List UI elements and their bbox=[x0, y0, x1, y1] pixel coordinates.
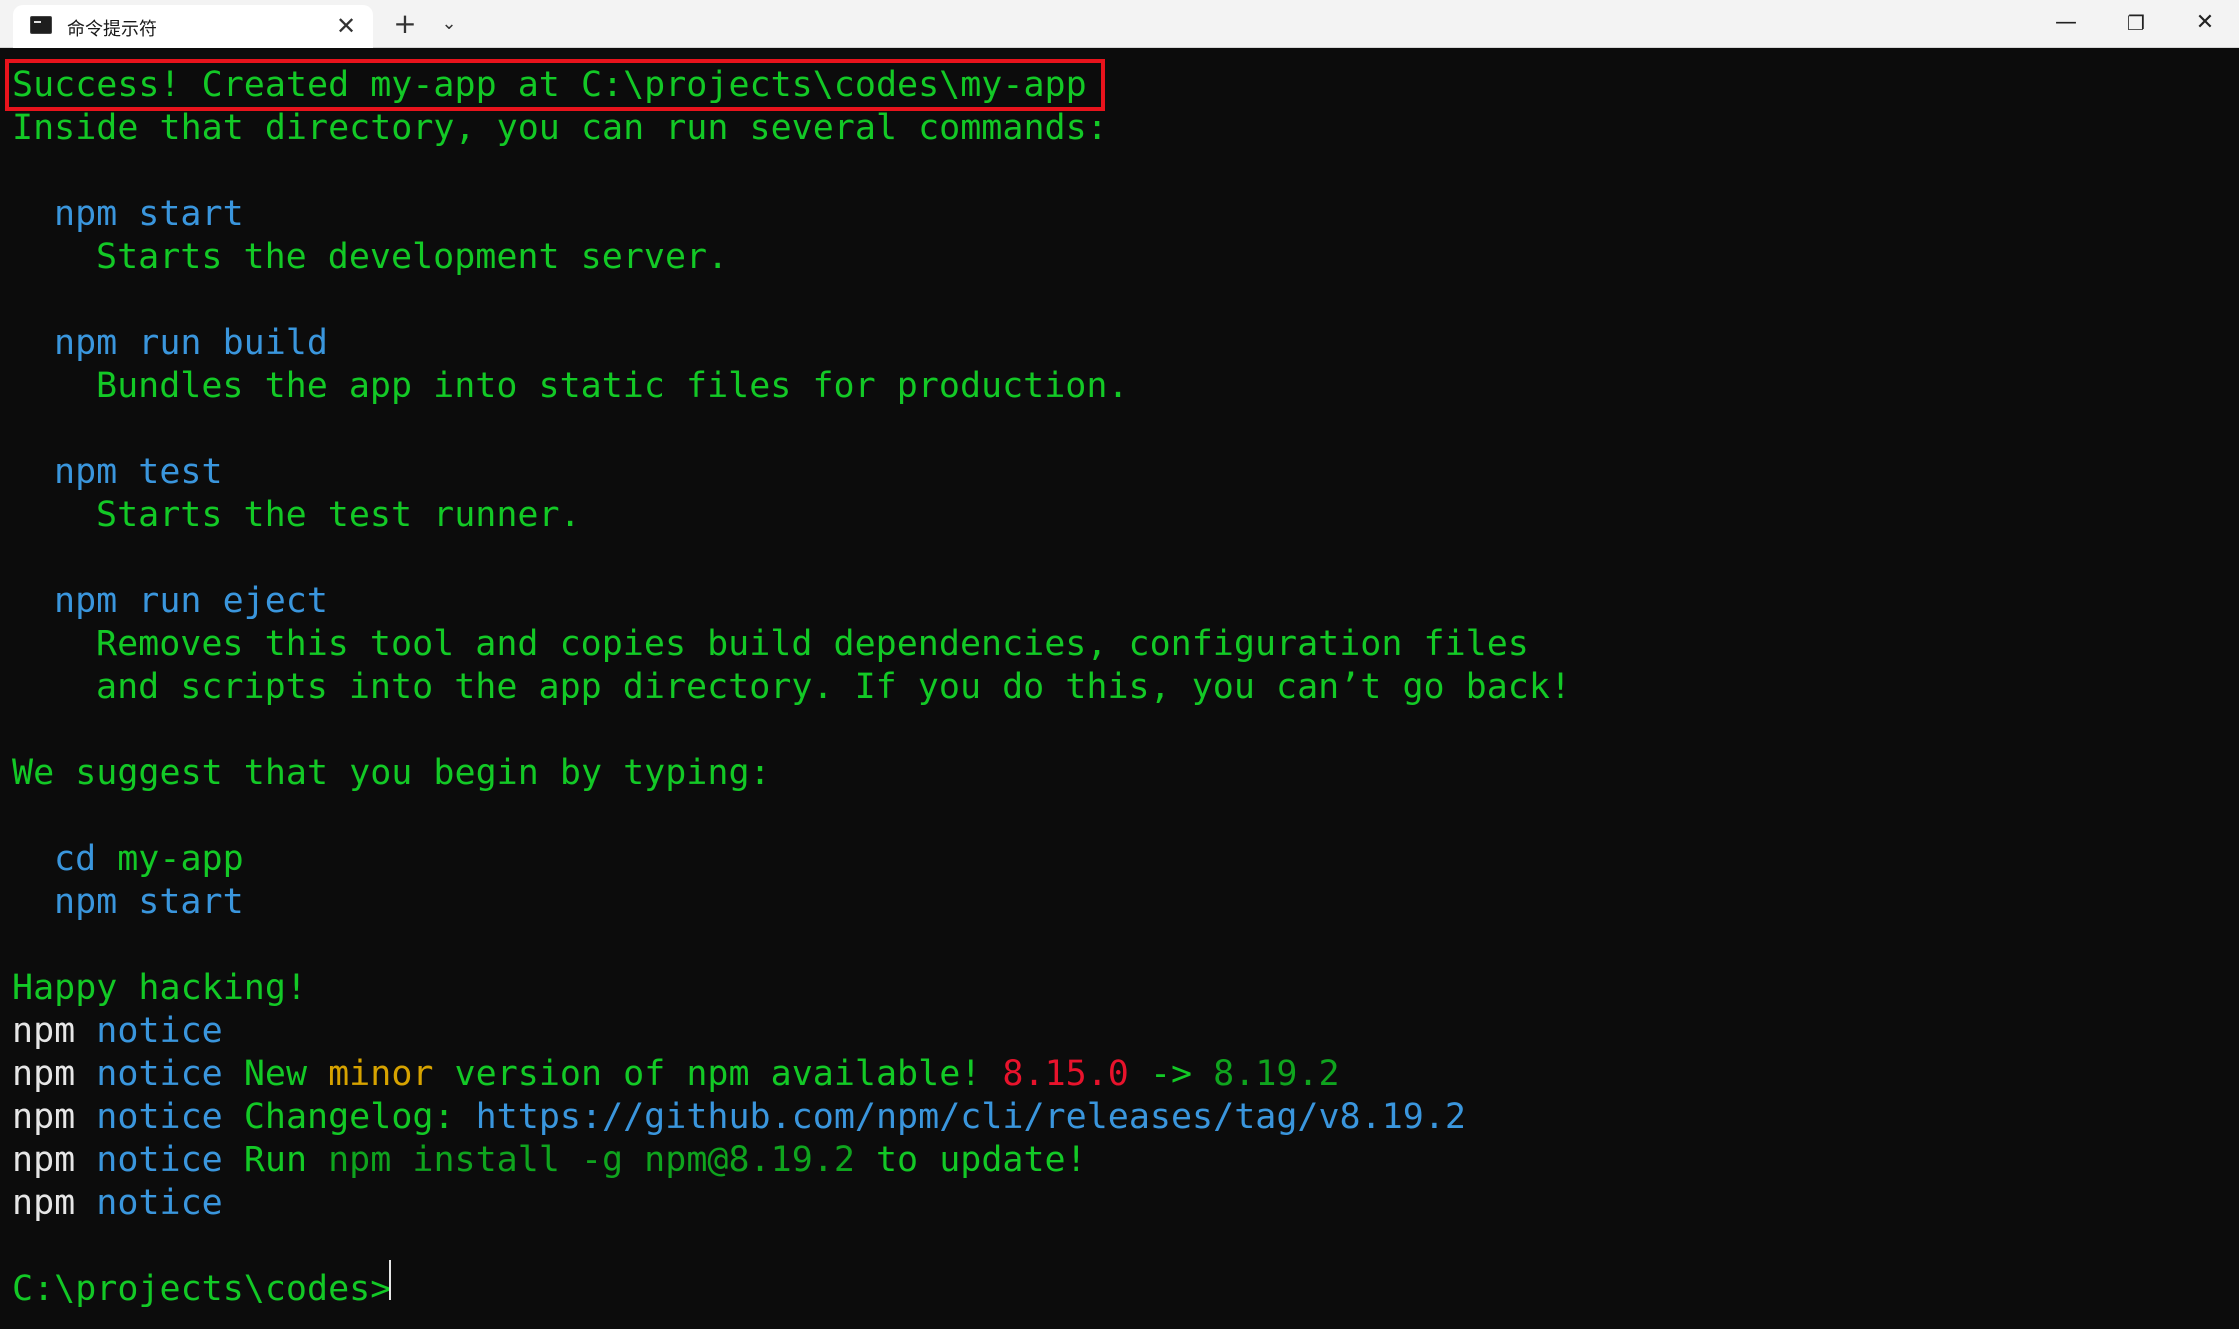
command-prompt[interactable]: C:\projects\codes> bbox=[12, 1268, 391, 1311]
minimize-button[interactable]: — bbox=[2032, 0, 2100, 46]
success-line: Success! Created my-app at C:\projects\c… bbox=[12, 65, 1087, 105]
terminal-output[interactable]: Success! Created my-app at C:\projects\c… bbox=[0, 48, 2239, 1329]
suggest-line: We suggest that you begin by typing: bbox=[12, 753, 771, 793]
maximize-button[interactable]: ❐ bbox=[2102, 0, 2170, 46]
notice-label: notice bbox=[96, 1011, 223, 1051]
tab-dropdown-chevron-icon[interactable]: ⌄ bbox=[434, 9, 464, 39]
notice-label: notice bbox=[96, 1097, 223, 1137]
inside-directory-line: Inside that directory, you can run sever… bbox=[12, 108, 1108, 148]
npm-notice-line-4: npm notice Run npm install -g npm@8.19.2… bbox=[12, 1139, 1087, 1182]
npm-prefix: npm bbox=[12, 1097, 76, 1137]
changelog-link[interactable]: https://github.com/npm/cli/releases/tag/… bbox=[476, 1097, 1466, 1137]
desc-npm-start: Starts the development server. bbox=[96, 237, 729, 277]
tab-command-prompt[interactable]: 命令提示符 ✕ bbox=[13, 5, 373, 48]
install-command: npm install -g npm@8.19.2 bbox=[328, 1140, 855, 1180]
desc-npm-run-build: Bundles the app into static files for pr… bbox=[96, 366, 1129, 406]
npm-notice-line-2: npm notice New minor version of npm avai… bbox=[12, 1053, 1340, 1096]
update-text: to update! bbox=[875, 1140, 1087, 1180]
cmd-npm-run-build: npm run build bbox=[54, 323, 328, 363]
happy-hacking-line: Happy hacking! bbox=[12, 968, 308, 1008]
npm-prefix: npm bbox=[12, 1011, 76, 1051]
npm-notice-line-5: npm notice bbox=[12, 1182, 223, 1225]
npm-notice-line-1: npm notice bbox=[12, 1010, 223, 1053]
suggest-cd-line: cd my-app bbox=[12, 838, 244, 881]
version-arrow: -> bbox=[1149, 1054, 1193, 1094]
run-label: Run bbox=[243, 1140, 308, 1180]
close-window-button[interactable]: ✕ bbox=[2171, 0, 2239, 46]
changelog-label: Changelog: bbox=[243, 1097, 455, 1137]
terminal-icon bbox=[30, 16, 52, 34]
desc-eject-line-1: Removes this tool and copies build depen… bbox=[96, 624, 1529, 664]
cd-argument: my-app bbox=[117, 839, 244, 879]
cmd-npm-run-eject: npm run eject bbox=[54, 581, 328, 621]
new-tab-button[interactable]: + bbox=[388, 9, 422, 39]
npm-prefix: npm bbox=[12, 1054, 76, 1094]
notice-label: notice bbox=[96, 1054, 223, 1094]
suggest-npm-start: npm start bbox=[54, 882, 244, 922]
text-cursor bbox=[389, 1260, 391, 1300]
desc-eject-line-2: and scripts into the app directory. If y… bbox=[96, 667, 1572, 707]
notice-version-text: version of npm available! bbox=[454, 1054, 982, 1094]
old-version: 8.15.0 bbox=[1002, 1054, 1129, 1094]
title-bar: 命令提示符 ✕ + ⌄ — ❐ ✕ bbox=[0, 0, 2239, 48]
notice-label: notice bbox=[96, 1140, 223, 1180]
notice-label: notice bbox=[96, 1183, 223, 1223]
npm-prefix: npm bbox=[12, 1183, 76, 1223]
cd-command: cd bbox=[54, 839, 97, 879]
cmd-npm-test: npm test bbox=[54, 452, 223, 492]
tab-title: 命令提示符 bbox=[67, 19, 157, 40]
desc-npm-test: Starts the test runner. bbox=[96, 495, 581, 535]
new-version: 8.19.2 bbox=[1213, 1054, 1340, 1094]
tab-close-icon[interactable]: ✕ bbox=[331, 11, 361, 41]
cmd-npm-start: npm start bbox=[54, 194, 244, 234]
npm-notice-line-3: npm notice Changelog: https://github.com… bbox=[12, 1096, 1466, 1139]
notice-minor: minor bbox=[328, 1054, 434, 1094]
notice-new: New bbox=[243, 1054, 308, 1094]
npm-prefix: npm bbox=[12, 1140, 76, 1180]
